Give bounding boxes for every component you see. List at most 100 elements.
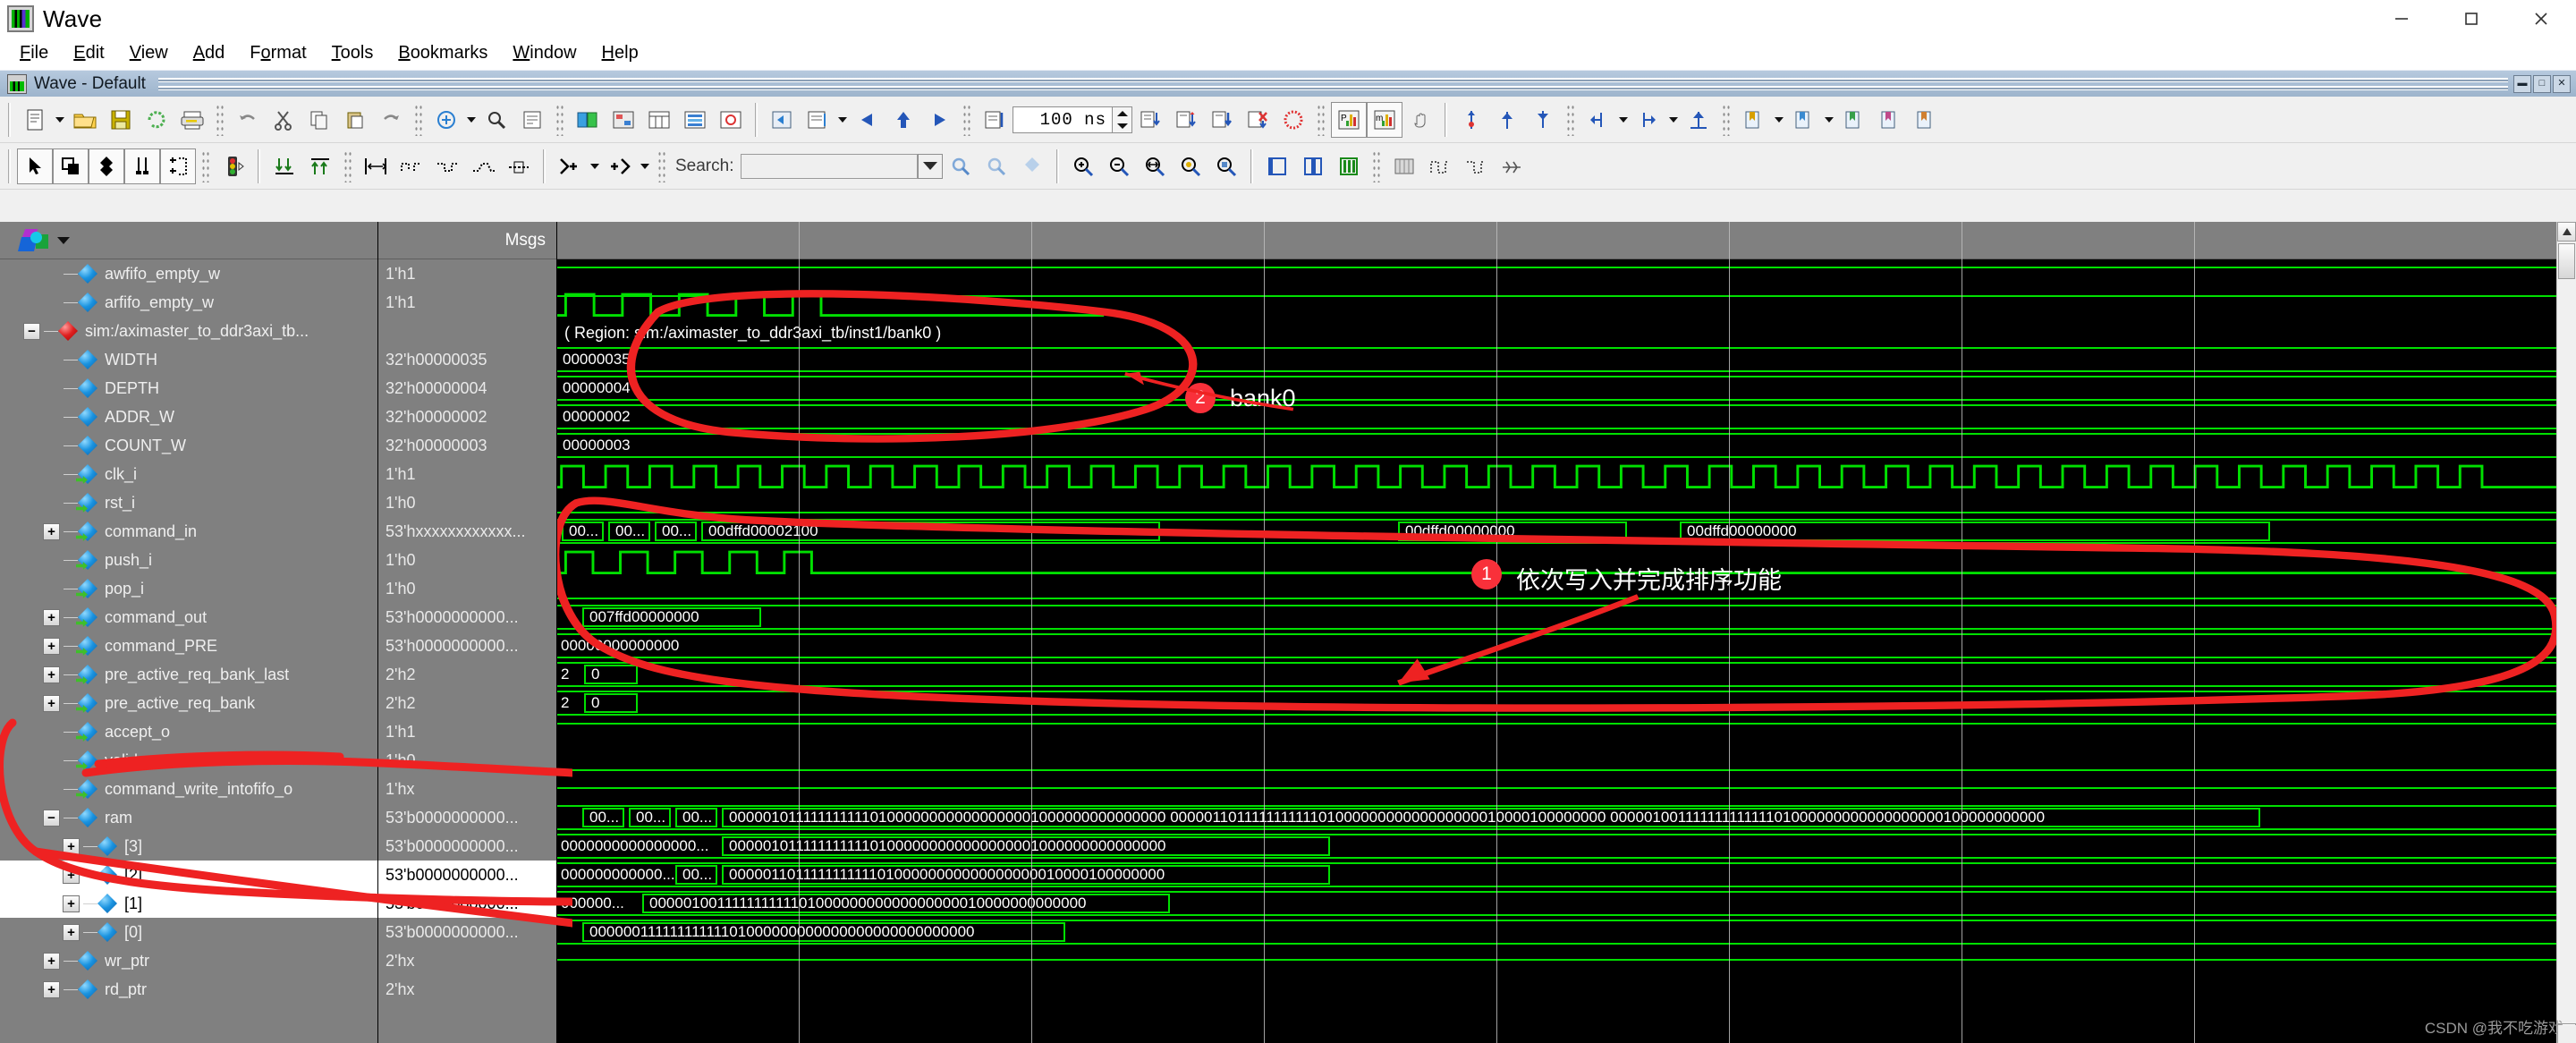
zoom-in-icon[interactable] [1065,148,1101,184]
signal-row-addr-w[interactable]: ADDR_W [0,403,377,431]
add-wave-icon[interactable] [428,102,464,138]
wave-compare-icon[interactable] [570,102,606,138]
cut-icon[interactable] [266,102,301,138]
toolbar-grip-6[interactable] [1566,103,1575,136]
wave-vertical-scrollbar[interactable] [2556,222,2576,1043]
cursor-next-icon[interactable] [1525,102,1561,138]
traffic-light-icon[interactable] [216,148,251,184]
zoom-out-icon[interactable] [1101,148,1137,184]
grid-toggle-icon[interactable] [1386,148,1422,184]
toolbar-grip-7[interactable] [1722,103,1731,136]
step-forward-icon[interactable] [921,102,957,138]
stop-icon[interactable] [1275,102,1311,138]
expand-icon[interactable]: + [43,952,60,970]
waveform-edit-1-icon[interactable] [394,148,429,184]
run-length-icon[interactable] [800,102,835,138]
bookmark-prev-icon[interactable] [1786,102,1822,138]
collapse-icon[interactable]: − [23,322,40,340]
toolbar2-grip-4[interactable] [1372,149,1382,182]
expand-icon[interactable]: + [43,522,60,540]
signal-row-accept-o[interactable]: accept_o [0,717,377,746]
expand-icon[interactable]: + [43,608,60,626]
run-time-field[interactable]: 100 ns [1013,106,1113,133]
search-input[interactable] [741,153,919,179]
signal-row-clk-i[interactable]: clk_i [0,460,377,488]
search-next-icon[interactable] [979,148,1014,184]
menu-file[interactable]: File [7,40,61,66]
pane-maximize-button[interactable]: □ [2533,74,2551,93]
expand-icon[interactable]: + [63,866,80,884]
spinner-up-icon[interactable] [1113,107,1131,120]
signal-row-rst-i[interactable]: rst_i [0,488,377,517]
expand-icon[interactable]: + [43,666,60,683]
signal-row-sim-aximaster-to-ddr3axi-tb-[interactable]: − sim:/aximaster_to_ddr3axi_tb... [0,317,377,345]
find-prev-transition-icon[interactable] [1580,102,1616,138]
signal-row-rd-ptr[interactable]: + rd_ptr [0,975,377,1004]
signal-row-valid-o[interactable]: valid_o [0,746,377,775]
step-back-icon[interactable] [850,102,886,138]
profile-icon[interactable]: P [1331,101,1367,138]
run-time-spinner[interactable] [1113,106,1132,133]
signal-row-ram[interactable]: − ram [0,803,377,832]
delete-signal-icon[interactable] [602,148,638,184]
bookmark-dropdown-icon[interactable] [1772,102,1786,138]
view-center-icon[interactable] [1295,148,1331,184]
align-down-icon[interactable] [267,148,302,184]
run-continue-icon[interactable] [1204,102,1240,138]
menu-format[interactable]: Format [237,40,318,66]
memory-profile-icon[interactable]: m [1367,101,1402,138]
scroll-thumb[interactable] [2558,243,2575,279]
step-up-icon[interactable] [886,102,921,138]
view-left-icon[interactable] [1259,148,1295,184]
memory-view-icon[interactable] [677,102,713,138]
open-folder-icon[interactable] [67,102,103,138]
waveform-style-3-icon[interactable] [1494,148,1530,184]
continue-run-icon[interactable] [1168,102,1204,138]
signal-row--2-[interactable]: + [2] [0,861,377,889]
bookmark-prev-dropdown-icon[interactable] [1822,102,1836,138]
signal-row-pre-active-req-bank[interactable]: + pre_active_req_bank [0,689,377,717]
cursor-to-end-icon[interactable] [1681,102,1716,138]
bookmark-delete-icon[interactable] [1872,102,1908,138]
expand-icon[interactable]: + [43,980,60,998]
zoom-full-icon[interactable] [1137,148,1173,184]
pane-close-button[interactable]: ✕ [2553,74,2571,93]
collapse-icon[interactable]: − [43,809,60,827]
signal-row-pop-i[interactable]: pop_i [0,574,377,603]
find-icon[interactable] [479,102,514,138]
signal-row--0-[interactable]: + [0] [0,918,377,946]
run-icon[interactable] [1132,102,1168,138]
insert-signal-icon[interactable] [552,148,588,184]
spinner-down-icon[interactable] [1113,120,1131,132]
waveform-style-1-icon[interactable] [1422,148,1458,184]
signal-row-push-i[interactable]: push_i [0,546,377,574]
expand-icon[interactable]: + [43,637,60,655]
expand-icon[interactable]: + [63,895,80,912]
waveform-edit-4-icon[interactable] [501,148,537,184]
run-all-icon[interactable] [977,102,1013,138]
toolbar-grip[interactable] [216,103,225,136]
zoom-cursor-icon[interactable] [1173,148,1208,184]
resize-grip[interactable] [2558,1025,2576,1043]
signal-row-command-in[interactable]: + command_in [0,517,377,546]
names-header-dropdown-icon[interactable] [57,236,70,244]
waveform-style-2-icon[interactable] [1458,148,1494,184]
signal-row-wr-ptr[interactable]: + wr_ptr [0,946,377,975]
toolbar2-grip-2[interactable] [343,149,352,182]
waveform-edit-2-icon[interactable] [429,148,465,184]
toolbar-grip-4[interactable] [962,103,971,136]
cursor-prev-icon[interactable] [1489,102,1525,138]
maximize-button[interactable] [2436,0,2506,38]
signal-row-awfifo-empty-w[interactable]: awfifo_empty_w [0,259,377,288]
select-mode-icon[interactable] [17,148,53,184]
bookmark-next-icon[interactable] [1836,102,1872,138]
search-options-icon[interactable] [1014,148,1050,184]
delete-signal-dropdown-icon[interactable] [638,148,652,184]
find-prev-dropdown-icon[interactable] [1616,102,1631,138]
view-split-icon[interactable] [1331,148,1367,184]
run-length-dropdown-icon[interactable] [835,102,850,138]
restart-sim-icon[interactable] [764,102,800,138]
bookmark-add-icon[interactable] [1736,102,1772,138]
pan-mode-icon[interactable] [89,148,124,184]
pane-minimize-button[interactable]: ▬ [2513,74,2531,93]
